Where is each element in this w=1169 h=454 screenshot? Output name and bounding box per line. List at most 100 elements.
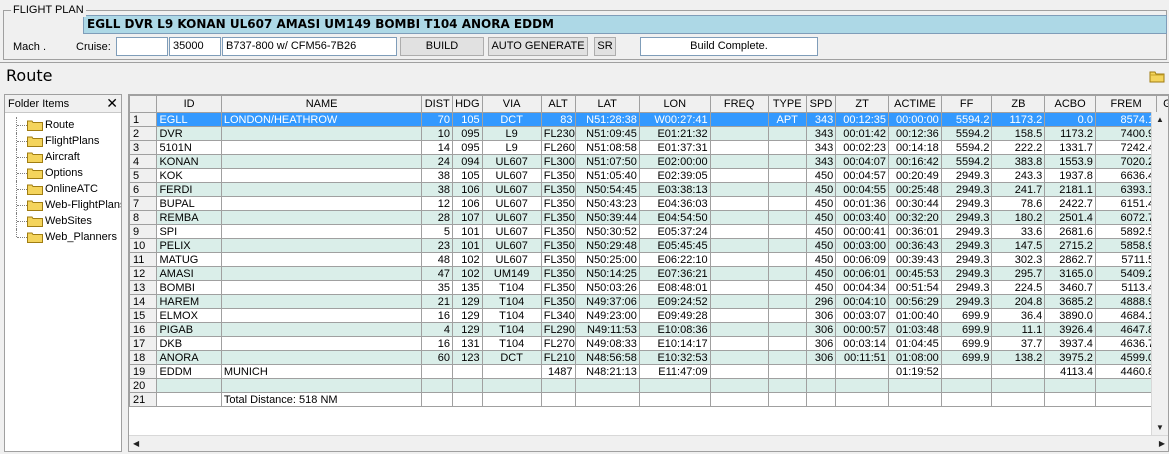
table-cell[interactable] (767, 126, 807, 141)
column-header[interactable]: LON (638, 95, 711, 113)
folder-item-route[interactable]: Route (5, 117, 121, 133)
table-cell[interactable]: E02:39:05 (638, 168, 711, 183)
table-cell[interactable]: 4647.8 (1094, 322, 1158, 337)
table-cell[interactable] (220, 210, 423, 225)
table-cell[interactable] (709, 224, 769, 239)
table-cell[interactable]: 1487 (540, 364, 576, 379)
column-header[interactable]: ZB (991, 95, 1046, 113)
table-cell[interactable] (452, 364, 483, 379)
table-cell[interactable]: 00:51:54 (888, 280, 942, 295)
table-cell[interactable] (709, 294, 769, 309)
table-cell[interactable]: 5409.2 (1094, 266, 1158, 281)
row-index[interactable]: 14 (129, 294, 158, 309)
table-cell[interactable]: N50:03:26 (574, 280, 640, 295)
table-cell[interactable]: 106 (452, 182, 483, 197)
table-cell[interactable]: EDDM (156, 364, 222, 379)
table-cell[interactable]: FL350 (540, 182, 576, 197)
table-cell[interactable]: 2862.7 (1044, 252, 1096, 267)
table-cell[interactable]: 3975.2 (1044, 350, 1096, 365)
scroll-left-icon[interactable]: ◀ (133, 439, 139, 449)
table-cell[interactable]: T104 (481, 280, 542, 295)
table-cell[interactable]: W00:27:41 (638, 112, 711, 127)
table-cell[interactable]: 4684.1 (1094, 308, 1158, 323)
table-cell[interactable]: 699.9 (940, 308, 993, 323)
table-cell[interactable]: N50:29:48 (574, 238, 640, 253)
table-cell[interactable]: T104 (481, 294, 542, 309)
table-cell[interactable]: 00:56:29 (888, 294, 942, 309)
table-cell[interactable]: 8574.1 (1094, 112, 1158, 127)
column-header[interactable] (129, 95, 158, 113)
table-cell[interactable]: 16 (421, 308, 454, 323)
table-cell[interactable]: 295.7 (991, 266, 1046, 281)
table-cell[interactable] (835, 392, 890, 407)
table-cell[interactable] (709, 392, 769, 407)
table-cell[interactable] (220, 378, 423, 393)
scroll-thumb[interactable] (146, 438, 156, 449)
table-cell[interactable]: DVR (156, 126, 222, 141)
table-cell[interactable] (991, 378, 1046, 393)
table-cell[interactable]: 5594.2 (940, 112, 993, 127)
table-cell[interactable]: 5101N (156, 140, 222, 155)
table-cell[interactable]: 107 (452, 210, 483, 225)
table-cell[interactable]: N51:28:38 (574, 112, 640, 127)
table-cell[interactable] (1094, 378, 1158, 393)
table-cell[interactable]: E11:47:09 (638, 364, 711, 379)
table-cell[interactable] (767, 294, 807, 309)
table-cell[interactable]: 00:06:09 (835, 252, 890, 267)
table-cell[interactable] (220, 238, 423, 253)
column-header[interactable]: HDG (452, 95, 483, 113)
table-row[interactable]: 7 BUPAL 12 106 UL607 FL350 N50:43:23 E04:36:03 4… (129, 196, 1168, 211)
table-row[interactable]: 1 EGLL LONDON/HEATHROW 70 105 DCT 83 N51:28:38 W… (129, 112, 1168, 127)
table-cell[interactable]: N49:11:53 (574, 322, 640, 337)
table-row[interactable]: 21 Total Distance: 518 NM (129, 392, 1168, 407)
table-cell[interactable]: DCT (481, 112, 542, 127)
table-cell[interactable] (709, 364, 769, 379)
table-cell[interactable]: SPI (156, 224, 222, 239)
table-cell[interactable]: 01:00:40 (888, 308, 942, 323)
table-cell[interactable]: 14 (421, 140, 454, 155)
row-index[interactable]: 18 (129, 350, 158, 365)
table-cell[interactable]: N51:08:58 (574, 140, 640, 155)
table-cell[interactable] (156, 392, 222, 407)
table-cell[interactable]: 00:32:20 (888, 210, 942, 225)
table-cell[interactable] (709, 154, 769, 169)
table-cell[interactable]: FL340 (540, 308, 576, 323)
table-cell[interactable]: ANORA (156, 350, 222, 365)
table-cell[interactable]: 699.9 (940, 350, 993, 365)
table-row[interactable]: 8 REMBA 28 107 UL607 FL350 N50:39:44 E04:54:50 4… (129, 210, 1168, 225)
table-cell[interactable]: KONAN (156, 154, 222, 169)
table-cell[interactable] (835, 378, 890, 393)
sr-button[interactable]: SR (594, 37, 616, 56)
table-cell[interactable]: FL350 (540, 210, 576, 225)
table-cell[interactable]: FL230 (540, 126, 576, 141)
table-cell[interactable] (220, 196, 423, 211)
table-cell[interactable]: 5594.2 (940, 126, 993, 141)
table-cell[interactable]: BUPAL (156, 196, 222, 211)
table-cell[interactable] (767, 140, 807, 155)
table-cell[interactable] (481, 392, 542, 407)
column-header[interactable]: TYPE (767, 95, 807, 113)
table-cell[interactable]: 2949.3 (940, 280, 993, 295)
table-cell[interactable]: 1553.9 (1044, 154, 1096, 169)
table-cell[interactable]: 00:03:40 (835, 210, 890, 225)
table-cell[interactable] (1094, 392, 1158, 407)
table-cell[interactable]: N48:21:13 (574, 364, 640, 379)
table-cell[interactable]: 00:03:07 (835, 308, 890, 323)
table-cell[interactable]: 38 (421, 182, 454, 197)
cruise-input[interactable] (116, 37, 168, 56)
table-cell[interactable]: 00:25:48 (888, 182, 942, 197)
table-cell[interactable] (940, 392, 993, 407)
table-cell[interactable]: 095 (452, 140, 483, 155)
table-cell[interactable]: 5858.9 (1094, 238, 1158, 253)
column-header[interactable]: ACBO (1044, 95, 1096, 113)
table-cell[interactable]: N50:25:00 (574, 252, 640, 267)
table-cell[interactable] (220, 322, 423, 337)
table-cell[interactable]: UL607 (481, 252, 542, 267)
table-cell[interactable] (767, 196, 807, 211)
table-cell[interactable]: 00:03:14 (835, 336, 890, 351)
table-row[interactable]: 11 MATUG 48 102 UL607 FL350 N50:25:00 E06:22:10… (129, 252, 1168, 267)
table-cell[interactable] (767, 322, 807, 337)
row-index[interactable]: 8 (129, 210, 158, 225)
table-cell[interactable]: 095 (452, 126, 483, 141)
table-cell[interactable]: 00:04:34 (835, 280, 890, 295)
